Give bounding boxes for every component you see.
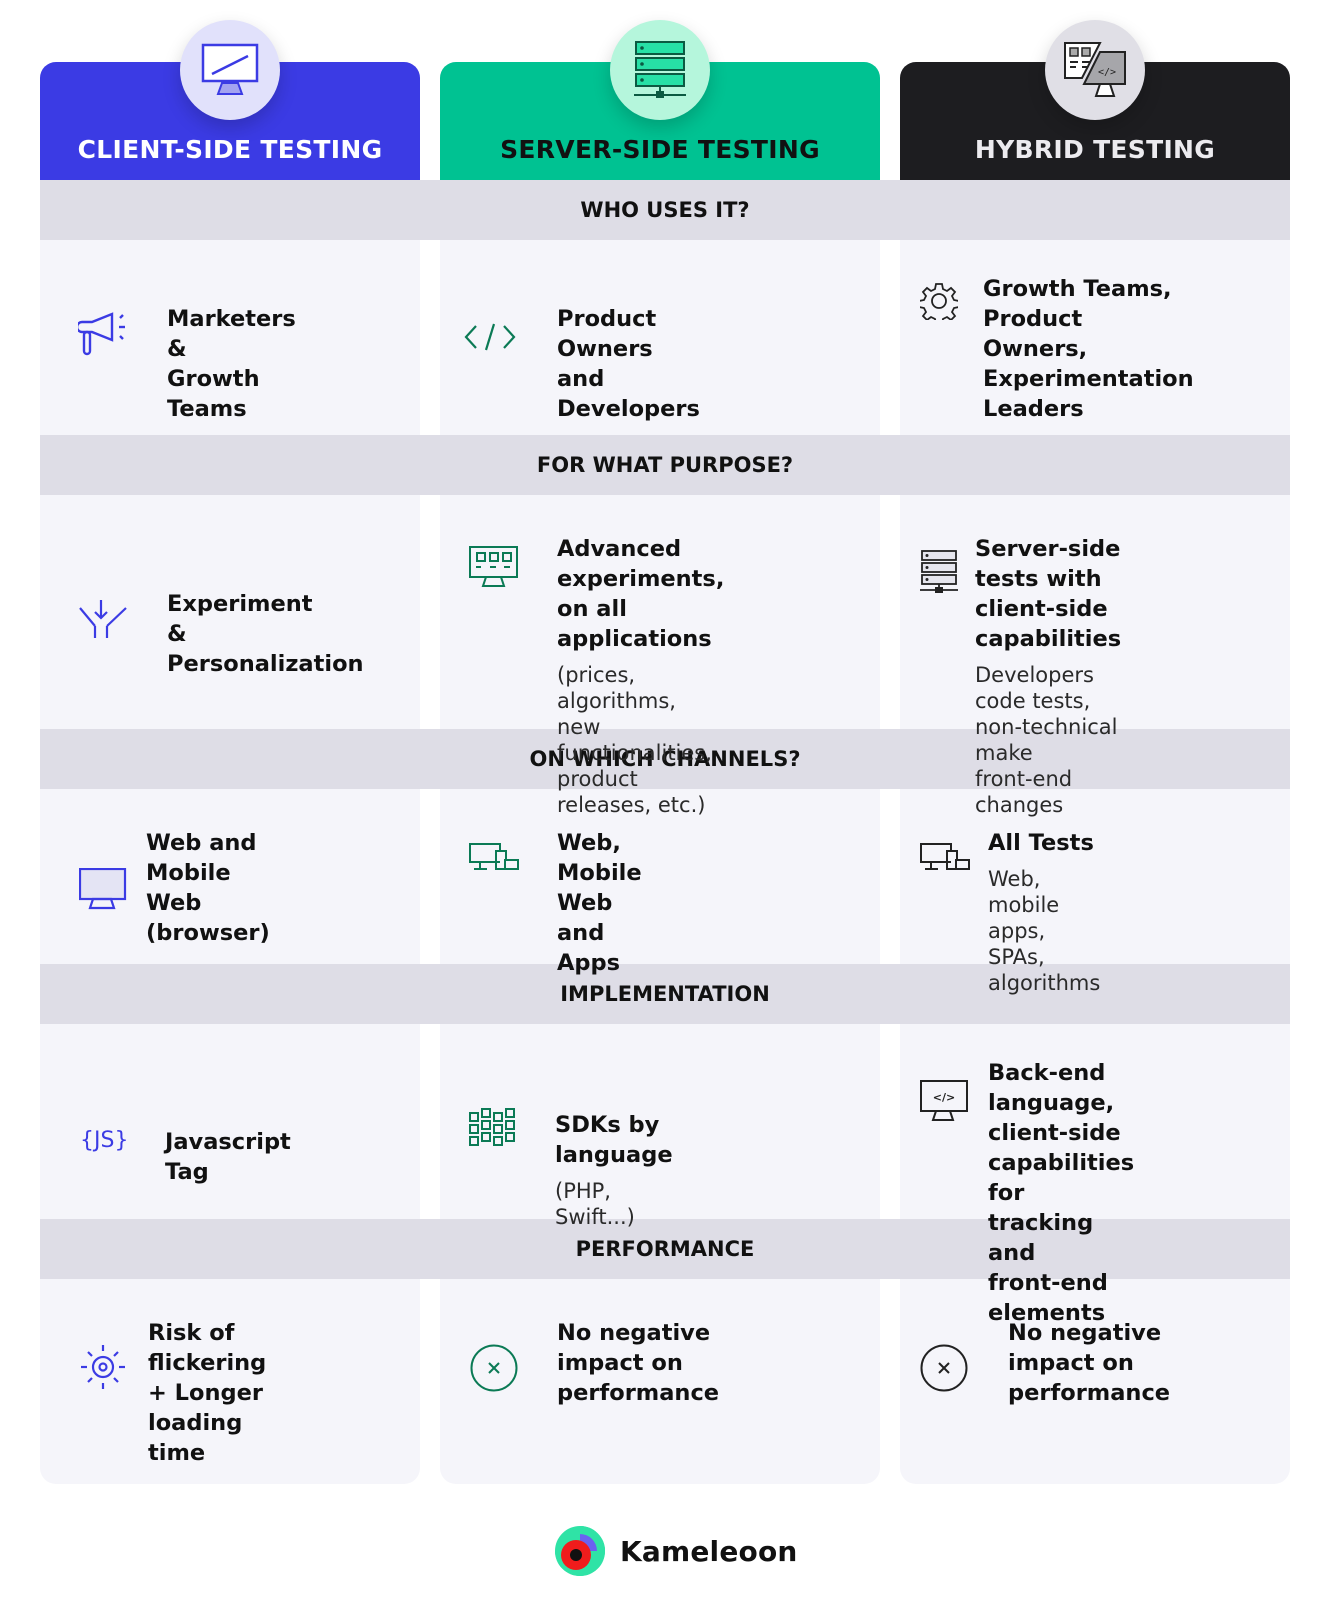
cell-subtitle: Developers code tests, non-technical make… — [975, 663, 1118, 817]
kameleoon-logo: Kameleoon — [552, 1523, 798, 1579]
dashboard-monitor-icon — [469, 546, 519, 588]
cell-title: All Tests — [988, 830, 1094, 856]
cell-title: Product Owners and Developers — [557, 306, 700, 422]
cell-title: Web, Mobile Web and Apps — [557, 830, 642, 976]
devices-icon — [920, 843, 970, 871]
section-title: FOR WHAT PURPOSE? — [536, 453, 794, 477]
monitor-icon — [201, 43, 259, 95]
kameleoon-logo-icon — [555, 1526, 605, 1576]
column-title: SERVER-SIDE TESTING — [500, 135, 820, 164]
cell-title: Experiment & Personalization — [167, 591, 364, 677]
cell-title: SDKs by language — [555, 1112, 673, 1168]
cell-subtitle: (prices, algorithms, new functionalities,… — [557, 663, 712, 817]
split-arrow-icon — [78, 600, 128, 640]
section-header-who: WHO USES IT? — [40, 180, 1290, 240]
section-header-purpose: FOR WHAT PURPOSE? — [40, 435, 1290, 495]
cell-title: No negative impact on performance — [1008, 1320, 1171, 1406]
section-title: WHO USES IT? — [580, 198, 750, 222]
svg-text:</>: </> — [933, 1091, 955, 1104]
cell-title: Advanced experiments, on all applications — [557, 536, 725, 652]
column-title: HYBRID TESTING — [974, 135, 1216, 164]
cell-title: No negative impact on performance — [557, 1320, 720, 1406]
section-header-implementation: IMPLEMENTATION — [40, 964, 1290, 1024]
server-rack-icon — [634, 41, 686, 98]
monitor-icon — [79, 868, 127, 910]
cell-title: Growth Teams, Product Owners, Experimentat… — [983, 276, 1194, 422]
cell-content: Advanced experiments, on all applications… — [557, 534, 724, 818]
cell-content: Server-side tests with client-side capabi… — [975, 534, 1121, 818]
hybrid-badge: </> — [1045, 20, 1145, 120]
server-icon — [920, 550, 958, 594]
section-title: PERFORMANCE — [575, 1237, 755, 1261]
code-icon — [464, 322, 516, 352]
devices-icon — [469, 843, 519, 871]
cell-content: All Tests Web, mobile apps, SPAs, algorit… — [988, 828, 1100, 996]
cell-title: Web and Mobile Web (browser) — [146, 830, 270, 946]
no-impact-icon — [920, 1344, 968, 1392]
server-badge — [610, 20, 710, 120]
no-impact-icon — [470, 1344, 518, 1392]
brand-name: Kameleoon — [620, 1534, 798, 1568]
cell-subtitle: (PHP, Swift...) — [555, 1179, 635, 1229]
grid-blocks-icon — [469, 1107, 517, 1147]
section-title: IMPLEMENTATION — [560, 982, 770, 1006]
gear-icon — [920, 282, 958, 320]
cell-subtitle: Web, mobile apps, SPAs, algorithms — [988, 867, 1101, 995]
js-icon: {JS} — [80, 1128, 129, 1153]
cell-title: Server-side tests with client-side capabi… — [975, 536, 1122, 652]
cell-title: Risk of flickering + Longer loading time — [148, 1320, 267, 1466]
svg-text:</>: </> — [1098, 67, 1116, 78]
cell-title: Back-end language, client-side capabiliti… — [988, 1060, 1135, 1326]
megaphone-icon — [78, 312, 128, 356]
comparison-infographic: CLIENT-SIDE TESTING SERVER-SIDE TESTING … — [0, 0, 1330, 1600]
hybrid-code-monitor-icon: </> — [1064, 42, 1126, 97]
cell-title: Marketers & Growth Teams — [167, 306, 296, 422]
cell-content: SDKs by language (PHP, Swift...) — [555, 1110, 673, 1230]
column-title: CLIENT-SIDE TESTING — [77, 135, 383, 164]
client-badge — [180, 20, 280, 120]
code-monitor-icon: </> — [920, 1080, 970, 1122]
cell-title: Javascript Tag — [165, 1129, 291, 1185]
flicker-icon — [79, 1343, 127, 1391]
